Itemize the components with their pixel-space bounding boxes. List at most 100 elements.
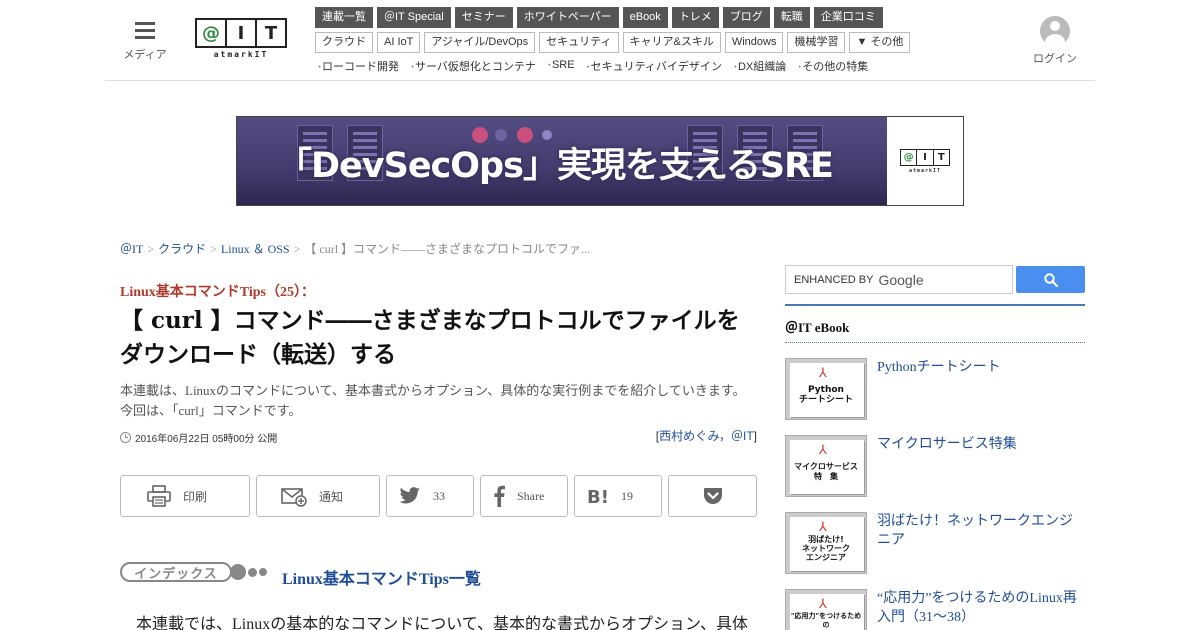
- twitter-icon: [399, 487, 420, 504]
- search-icon: [1043, 272, 1058, 287]
- feature-sre[interactable]: SRE: [545, 58, 575, 74]
- logo-letter-at: @: [202, 22, 220, 44]
- feature-dx-org[interactable]: DX組織論: [731, 58, 786, 74]
- ebook-item[interactable]: ⅄ マイクロサービス 特 集 マイクロサービス特集: [785, 435, 1085, 497]
- nav-ai-iot[interactable]: AI IoT: [377, 32, 421, 53]
- atmarkit-logo[interactable]: @ I T atmarkIT: [195, 18, 287, 64]
- nav-ebook[interactable]: eBook: [622, 7, 668, 28]
- nav-it-special[interactable]: ＠IT Special: [377, 7, 451, 28]
- ebook-thumbnail: ⅄ マイクロサービス 特 集: [785, 435, 867, 497]
- breadcrumb-current: 【 curl 】コマンド――さまざまなプロトコルでファ...: [304, 242, 591, 256]
- facebook-share-button[interactable]: Share: [480, 475, 568, 517]
- nav-cloud[interactable]: クラウド: [315, 32, 373, 53]
- breadcrumb: ＠IT > クラウド > Linux ＆ OSS > 【 curl 】コマンド――さまざまな…: [120, 242, 591, 256]
- site-header: メディア @ I T atmarkIT 連載一覧 ＠IT Special セミナ…: [105, 0, 1095, 81]
- clock-icon: [120, 432, 131, 443]
- hatena-bookmark-icon: B!: [587, 487, 609, 505]
- feature-others[interactable]: その他の特集: [795, 58, 868, 74]
- index-badge: インデックス: [120, 562, 232, 582]
- publish-date-text: 2016年06月22日 05時00分 公開: [135, 434, 278, 445]
- ebook-title-link[interactable]: Pythonチートシート: [877, 358, 1085, 377]
- ebook-title-link[interactable]: マイクロサービス特集: [877, 435, 1085, 454]
- banner-title: 「DevSecOps」実現を支えるSRE: [277, 146, 834, 186]
- pdf-icon: ⅄: [819, 366, 827, 381]
- index-header: インデックス: [120, 562, 267, 582]
- nav-seminar[interactable]: セミナー: [454, 7, 513, 28]
- nav-windows[interactable]: Windows: [724, 32, 784, 53]
- nav-series-list[interactable]: 連載一覧: [315, 7, 373, 28]
- nav-treme[interactable]: トレメ: [671, 7, 719, 28]
- ebook-thumb-text: 羽ばたけ! ネットワーク エンジニア: [802, 535, 850, 562]
- ebook-thumb-text: "応用力"をつけるための Linux再入門: [790, 612, 862, 629]
- nav-others-dropdown[interactable]: ▼ その他: [849, 32, 911, 53]
- logo-letter-t: T: [255, 20, 285, 46]
- nav-career-skill[interactable]: キャリア&スキル: [622, 32, 721, 53]
- pocket-icon: [703, 488, 722, 504]
- banner-logo-wordmark: atmarkIT: [908, 167, 942, 174]
- pdf-icon: ⅄: [819, 597, 827, 612]
- banner-logo-i: I: [916, 149, 932, 165]
- ebook-heading-rule: [785, 342, 1085, 343]
- pdf-icon: ⅄: [819, 443, 827, 458]
- feature-virtualization[interactable]: サーバ仮想化とコンテナ: [408, 58, 536, 74]
- print-label: 印刷: [183, 489, 208, 504]
- ebook-item[interactable]: ⅄ Python チートシート Pythonチートシート: [785, 358, 1085, 420]
- hatena-bookmark-button[interactable]: B! 19: [574, 475, 662, 517]
- google-wordmark: Google: [878, 271, 924, 288]
- ebook-title-link[interactable]: “応用力”をつけるためのLinux再入門（31～38）: [877, 589, 1085, 627]
- feature-links: ローコード開発 サーバ仮想化とコンテナ SRE セキュリティバイデザイン DX組…: [315, 58, 868, 74]
- mail-notify-icon: [281, 488, 307, 507]
- media-menu-label: メディア: [123, 48, 167, 61]
- facebook-label: Share: [517, 488, 545, 503]
- logo-wordmark: atmarkIT: [213, 50, 269, 59]
- search-input[interactable]: ENHANCED BY Google: [785, 265, 1013, 294]
- ebook-heading: ＠IT eBook: [785, 320, 850, 335]
- svg-text:B!: B!: [587, 487, 609, 505]
- search-button[interactable]: [1016, 266, 1085, 293]
- sidebar-divider: [785, 304, 1085, 306]
- nav-agile-devops[interactable]: アジャイル/DevOps: [424, 32, 536, 53]
- lead-line-2: 今回は、「curl」コマンドです。: [120, 403, 302, 418]
- media-menu-button[interactable]: メディア: [123, 20, 167, 62]
- nav-career[interactable]: 転職: [773, 7, 810, 28]
- printer-icon: [147, 485, 171, 507]
- nav-blog[interactable]: ブログ: [722, 7, 770, 28]
- print-button[interactable]: 印刷: [120, 475, 250, 517]
- breadcrumb-cloud[interactable]: クラウド: [158, 242, 206, 256]
- author-link[interactable]: 西村めぐみ，＠IT: [659, 429, 754, 443]
- banner-logo: @ I T atmarkIT: [887, 117, 963, 205]
- primary-nav: 連載一覧 ＠IT Special セミナー ホワイトペーパー eBook トレメ…: [315, 7, 883, 28]
- twitter-share-button[interactable]: 33: [386, 475, 474, 517]
- ad-banner[interactable]: 「DevSecOps」実現を支えるSRE @ I T atmarkIT: [236, 116, 964, 206]
- ebook-title-link[interactable]: 羽ばたけ！ネットワークエンジニア: [877, 512, 1085, 550]
- login-label: ログイン: [1033, 52, 1077, 65]
- hatena-count: 19: [621, 488, 633, 503]
- author-bracket-close: ]: [753, 429, 757, 443]
- series-label: Linux基本コマンドTips（25）：: [120, 285, 316, 300]
- index-link[interactable]: Linux基本コマンドTips一覧: [282, 565, 481, 589]
- login-button[interactable]: ログイン: [1030, 16, 1080, 66]
- feature-lowcode[interactable]: ローコード開発: [315, 58, 399, 74]
- lead-line-1: 本連載は、Linuxのコマンドについて、基本書式からオプション、具体的な実行例ま…: [120, 383, 746, 398]
- pdf-icon: ⅄: [819, 520, 827, 535]
- ebook-item[interactable]: ⅄ "応用力"をつけるための Linux再入門 “応用力”をつけるためのLinu…: [785, 589, 1085, 630]
- ebook-thumbnail: ⅄ 羽ばたけ! ネットワーク エンジニア: [785, 512, 867, 574]
- ebook-thumb-text: Python チートシート: [798, 385, 853, 405]
- nav-machine-learning[interactable]: 機械学習: [787, 32, 846, 53]
- breadcrumb-linux-oss[interactable]: Linux ＆ OSS: [221, 242, 290, 256]
- pocket-button[interactable]: [668, 475, 757, 517]
- notify-button[interactable]: 通知: [256, 475, 380, 517]
- article-title: 【 curl 】コマンド――さまざまなプロトコルでファイルをダウンロード（転送）…: [120, 307, 740, 368]
- ebook-item[interactable]: ⅄ 羽ばたけ! ネットワーク エンジニア 羽ばたけ！ネットワークエンジニア: [785, 512, 1085, 574]
- feature-security-by-design[interactable]: セキュリティバイデザイン: [584, 58, 722, 74]
- author-byline: [西村めぐみ，＠IT]: [560, 427, 757, 444]
- nav-whitepaper[interactable]: ホワイトペーパー: [516, 7, 619, 28]
- banner-logo-t: T: [932, 149, 949, 165]
- nav-company-reviews[interactable]: 企業口コミ: [813, 7, 883, 28]
- nav-security[interactable]: セキュリティ: [539, 32, 619, 53]
- user-icon: [1040, 16, 1070, 46]
- notify-label: 通知: [319, 489, 344, 504]
- banner-artwork: 「DevSecOps」実現を支えるSRE: [237, 117, 887, 205]
- breadcrumb-home[interactable]: ＠IT: [120, 242, 143, 256]
- publish-date: 2016年06月22日 05時00分 公開: [120, 430, 277, 445]
